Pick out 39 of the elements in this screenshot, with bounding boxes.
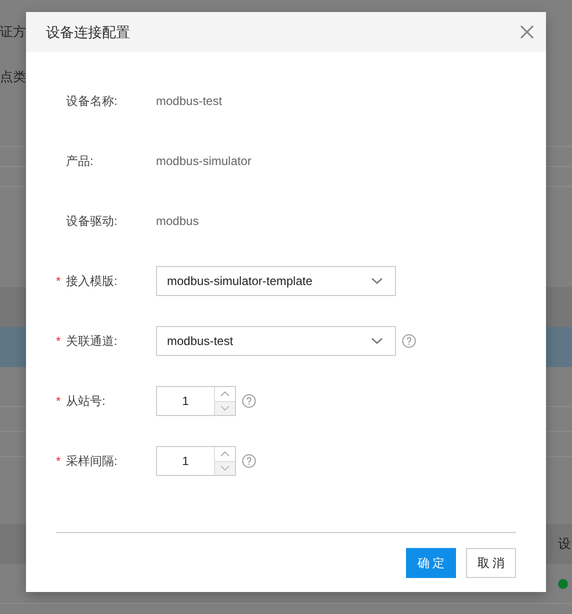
number-field[interactable]: 1 [156,446,236,476]
required-mark: * [56,394,61,408]
select-value: modbus-test [167,333,234,350]
select-field[interactable]: modbus-test [156,326,396,356]
field-label: 设备名称: [66,93,118,110]
chevron-up-icon [220,450,230,457]
field-value: modbus [156,213,199,230]
chevron-down-icon [220,405,230,412]
field-value: modbus-simulator [156,153,252,170]
field-label: 采样间隔: [66,453,118,470]
cancel-button[interactable]: 取 消 [466,548,516,578]
chevron-down-icon [220,465,230,472]
help-icon[interactable] [242,454,256,468]
background-label: 证方 [0,24,26,39]
help-icon[interactable] [242,394,256,408]
required-mark: * [56,274,61,288]
dialog-title: 设备连接配置 [46,22,130,42]
chevron-down-icon [371,277,383,285]
required-mark: * [56,334,61,348]
select-value: modbus-simulator-template [167,273,312,290]
number-value: 1 [181,453,190,470]
decrement-button[interactable] [215,400,235,415]
field-label: 从站号: [66,393,106,410]
field-label: 接入模版: [66,273,118,290]
close-icon[interactable] [520,25,534,39]
chevron-down-icon [371,337,383,345]
number-field[interactable]: 1 [156,386,236,416]
chevron-up-icon [220,390,230,397]
field-label: 关联通道: [66,333,118,350]
field-label: 设备驱动: [66,213,118,230]
background-label: 点类 [0,69,26,84]
background-label: 设 [558,535,572,554]
decrement-button[interactable] [215,460,235,475]
number-value: 1 [181,393,190,410]
field-label: 产品: [66,153,94,170]
required-mark: * [56,454,61,468]
help-icon[interactable] [402,334,416,348]
field-value: modbus-test [156,93,222,110]
select-field[interactable]: modbus-simulator-template [156,266,396,296]
